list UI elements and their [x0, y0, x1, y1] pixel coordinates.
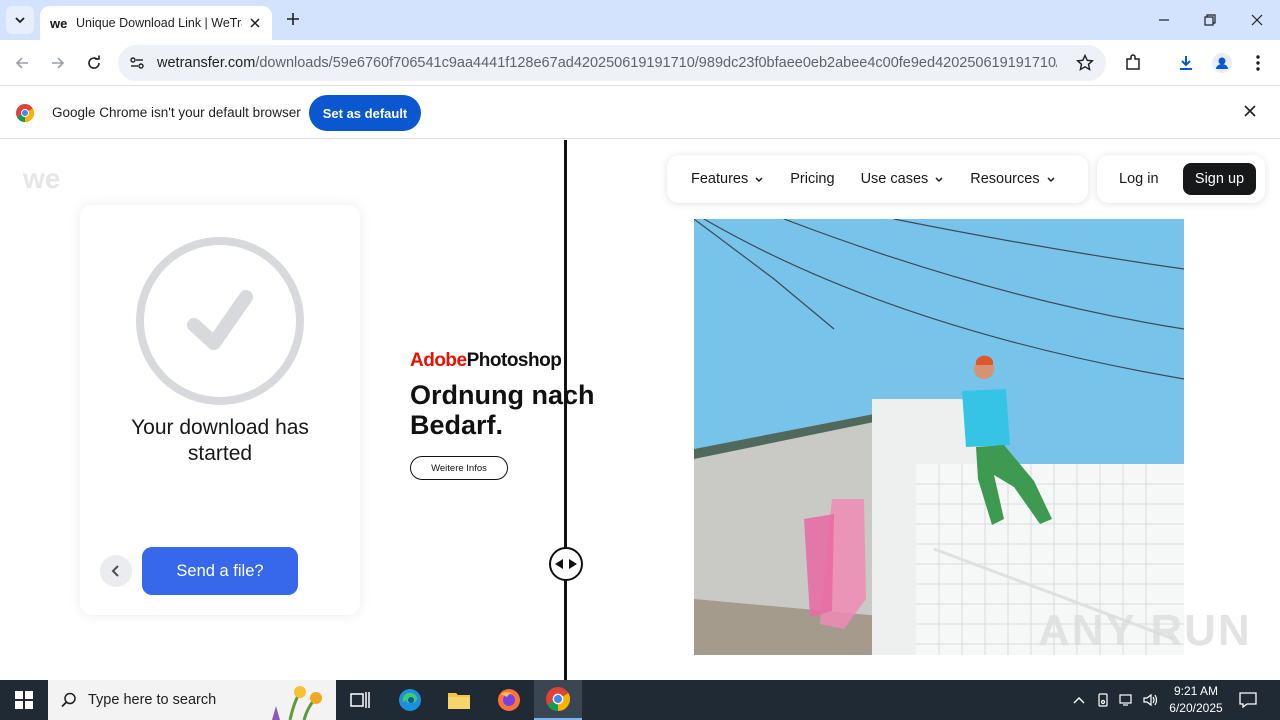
new-tab-icon[interactable] — [282, 8, 304, 30]
nav-features-label: Features — [691, 171, 749, 187]
anyrun-watermark: ANY RUN — [1038, 606, 1252, 655]
auth-nav: Log in Sign up — [1097, 155, 1265, 203]
reload-icon[interactable] — [80, 49, 108, 77]
chevron-down-icon — [1047, 177, 1055, 183]
back-icon[interactable] — [8, 49, 36, 77]
taskbar-search[interactable]: Type here to search — [48, 680, 336, 720]
url-path: /downloads/59e6760f706541c9aa4441f128e67… — [255, 55, 1057, 71]
tab-strip: we Unique Download Link | WeTransfer — [0, 0, 1280, 40]
chevron-down-icon — [935, 177, 943, 183]
tray-chevron-up-icon[interactable] — [1068, 680, 1090, 720]
forward-icon[interactable] — [44, 49, 72, 77]
address-bar[interactable]: wetransfer.com/downloads/59e6760f706541c… — [118, 45, 1106, 81]
chevron-down-icon — [755, 177, 763, 183]
nav-use-cases-label: Use cases — [860, 171, 929, 187]
close-infobar-icon[interactable] — [1244, 104, 1262, 122]
windows-taskbar: Type here to search 9:21 AM 6/20/2025 — [0, 680, 1280, 720]
ad-brand-adobe: Adobe — [410, 350, 467, 371]
firefox-icon[interactable] — [485, 680, 533, 720]
chrome-taskbar-icon[interactable] — [534, 680, 582, 720]
chrome-logo-icon — [16, 104, 34, 122]
device-tray-icon[interactable] — [1092, 680, 1114, 720]
nav-pricing-label: Pricing — [790, 171, 835, 187]
search-icon — [61, 692, 76, 708]
set-as-default-button[interactable]: Set as default — [309, 95, 421, 131]
ad-brand: AdobePhotoshop — [410, 350, 610, 372]
download-status-text: Your download has started — [131, 416, 309, 465]
main-nav: Features Pricing Use cases Resources — [667, 155, 1088, 203]
restore-icon[interactable] — [1187, 0, 1233, 40]
windows-start-icon[interactable] — [0, 680, 48, 720]
ad-brand-product: Photoshop — [466, 350, 562, 371]
send-a-file-button[interactable]: Send a file? — [142, 547, 298, 595]
tab-search-button[interactable] — [6, 6, 34, 34]
ad-photo[interactable] — [694, 219, 1184, 655]
chevron-left-icon — [111, 565, 119, 577]
menu-dots-icon[interactable] — [1246, 51, 1270, 75]
comparison-slider-handle[interactable] — [549, 547, 583, 581]
login-link[interactable]: Log in — [1119, 171, 1159, 187]
wetransfer-logo-icon[interactable]: we — [22, 166, 68, 192]
ad-more-info-button[interactable]: Weitere Infos — [410, 456, 508, 480]
clock-time: 9:21 AM — [1173, 684, 1219, 698]
checkmark-circle-icon — [136, 237, 304, 405]
download-card: Your download has started Send a file? — [80, 205, 360, 615]
chevron-down-icon — [15, 17, 25, 24]
close-window-icon[interactable] — [1234, 0, 1280, 40]
close-tab-icon[interactable] — [246, 14, 264, 32]
file-explorer-icon[interactable] — [435, 680, 483, 720]
wetransfer-favicon-icon: we — [50, 16, 68, 30]
default-browser-infobar: Google Chrome isn't your default browser… — [0, 87, 1280, 139]
ad-headline: Ordnung nach Bedarf. — [410, 380, 595, 440]
nav-pricing[interactable]: Pricing — [790, 171, 834, 187]
browser-toolbar: wetransfer.com/downloads/59e6760f706541c… — [0, 40, 1280, 86]
minimize-icon[interactable] — [1141, 0, 1187, 40]
nav-resources[interactable]: Resources — [970, 171, 1055, 187]
svg-text:we: we — [50, 17, 67, 29]
flowers-decoration-icon — [272, 686, 322, 720]
extensions-icon[interactable] — [1121, 51, 1145, 75]
infobar-message: Google Chrome isn't your default browser — [52, 105, 301, 120]
nav-use-cases[interactable]: Use cases — [861, 171, 945, 187]
url-text: wetransfer.com/downloads/59e6760f706541c… — [157, 55, 1057, 71]
nav-features[interactable]: Features — [691, 171, 764, 187]
back-button[interactable] — [100, 555, 132, 587]
signup-button[interactable]: Sign up — [1183, 163, 1256, 195]
profile-icon[interactable] — [1210, 51, 1234, 75]
clock-date: 6/20/2025 — [1169, 701, 1223, 715]
notifications-icon[interactable] — [1234, 680, 1262, 720]
wetransfer-page: we Your download has started Send a file… — [0, 140, 1280, 680]
edge-icon[interactable] — [386, 680, 434, 720]
url-host: wetransfer.com — [157, 55, 256, 71]
bookmark-star-icon[interactable] — [1075, 53, 1095, 72]
search-placeholder: Type here to search — [88, 692, 217, 708]
tab-title: Unique Download Link | WeTransfer — [76, 16, 242, 30]
left-right-arrows-icon — [555, 559, 577, 569]
task-view-icon[interactable] — [336, 680, 384, 720]
adobe-ad[interactable]: AdobePhotoshop Ordnung nach Bedarf. Weit… — [410, 350, 610, 480]
svg-text:we: we — [22, 166, 60, 192]
volume-icon[interactable] — [1140, 680, 1162, 720]
site-info-icon[interactable] — [128, 54, 146, 72]
download-icon[interactable] — [1174, 51, 1198, 75]
nav-resources-label: Resources — [970, 171, 1040, 187]
network-icon[interactable] — [1116, 680, 1138, 720]
active-tab[interactable]: we Unique Download Link | WeTransfer — [40, 6, 272, 40]
comparison-divider[interactable] — [564, 140, 567, 680]
taskbar-clock[interactable]: 9:21 AM 6/20/2025 — [1160, 683, 1232, 717]
